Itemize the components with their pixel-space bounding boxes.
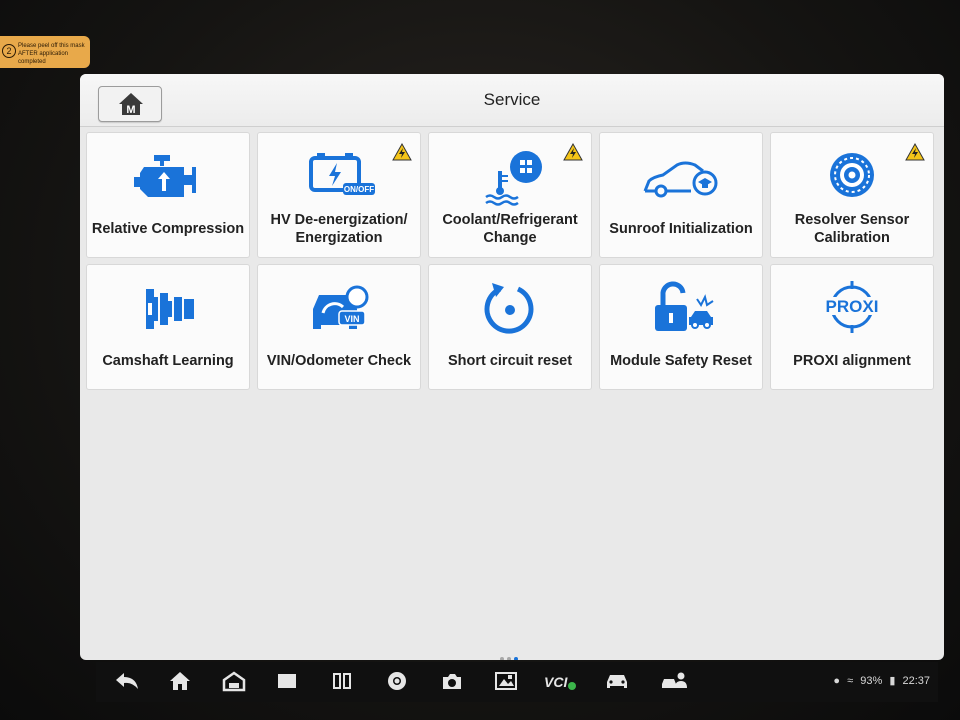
tile-hv-deenergization[interactable]: ON/OFF HV De-energization/ Energization — [257, 132, 421, 258]
tile-label: HV De-energization/ Energization — [270, 212, 408, 246]
gear-sensor-icon — [830, 153, 874, 197]
battery-icon: ▮ — [889, 675, 896, 687]
page-dot-active[interactable] — [514, 657, 518, 660]
title-bar: M Service — [80, 74, 944, 127]
tile-label: Sunroof Initialization — [609, 221, 753, 237]
app-screen: M Service Relative Compression ON/OFF HV… — [80, 74, 944, 660]
warning-icon — [905, 143, 925, 161]
page-indicator[interactable] — [500, 648, 521, 660]
camera-icon[interactable] — [440, 670, 464, 692]
page-title: Service — [483, 90, 541, 109]
status-area: ● ≈ 93% ▮ 22:37 — [829, 674, 930, 687]
tile-resolver-sensor-calibration[interactable]: Resolver Sensor Calibration — [770, 132, 934, 258]
warning-icon — [563, 143, 583, 161]
tile-label: Camshaft Learning — [102, 353, 234, 369]
split-screen-icon[interactable] — [332, 670, 352, 692]
garage-icon[interactable] — [222, 670, 246, 692]
engine-icon — [134, 155, 196, 197]
sticker-line-2: AFTER application completed — [18, 51, 69, 65]
page-dot[interactable] — [500, 657, 504, 660]
tile-label: VIN/Odometer Check — [266, 353, 412, 369]
tile-label: Relative Compression — [91, 221, 245, 237]
tile-relative-compression[interactable]: Relative Compression — [86, 132, 250, 258]
vci-icon[interactable]: VCI — [542, 670, 578, 692]
browser-icon[interactable] — [386, 670, 408, 692]
tile-vin-odometer-check[interactable]: VIN VIN/Odometer Check — [257, 264, 421, 390]
tile-label: Resolver Sensor Calibration — [794, 212, 910, 246]
back-icon[interactable] — [114, 670, 140, 692]
tile-proxi-alignment[interactable]: PROXI PROXI alignment — [770, 264, 934, 390]
proxi-badge: PROXI — [826, 297, 879, 316]
home-nav-icon[interactable] — [168, 670, 192, 692]
screenshot-icon[interactable] — [494, 670, 518, 692]
vehicle-icon[interactable] — [604, 670, 630, 692]
location-icon: ● — [833, 675, 841, 687]
reset-icon — [484, 283, 534, 334]
tile-label: Coolant/Refrigerant Change — [442, 212, 578, 246]
proxi-icon: PROXI — [822, 281, 882, 333]
tile-label: Module Safety Reset — [610, 353, 752, 369]
battery-level: 93% — [860, 675, 883, 687]
protective-film-sticker: 2 Please peel off this mask AFTER applic… — [0, 36, 90, 68]
sticker-line-1: Please peel off this mask — [18, 43, 85, 49]
tile-module-safety-reset[interactable]: Module Safety Reset — [599, 264, 763, 390]
warning-icon — [392, 143, 412, 161]
vci-label: VCI — [544, 674, 568, 690]
camshaft-icon — [146, 289, 194, 329]
tile-camshaft-learning[interactable]: Camshaft Learning — [86, 264, 250, 390]
coolant-icon — [485, 151, 542, 206]
car-sunroof-icon — [643, 161, 718, 198]
tile-short-circuit-reset[interactable]: Short circuit reset — [428, 264, 592, 390]
battery-icon: ON/OFF — [309, 153, 375, 195]
function-grid: Relative Compression ON/OFF HV De-energi… — [86, 132, 938, 390]
tile-label: PROXI alignment — [793, 353, 911, 369]
wifi-icon: ≈ — [847, 675, 854, 687]
system-nav-bar: VCI ● ≈ 93% ▮ 22:37 — [96, 662, 938, 702]
tile-sunroof-initialization[interactable]: Sunroof Initialization — [599, 132, 763, 258]
page-dot[interactable] — [507, 657, 511, 660]
remote-support-icon[interactable] — [660, 670, 688, 692]
vin-icon: VIN — [313, 285, 369, 329]
tile-coolant-refrigerant[interactable]: Coolant/Refrigerant Change — [428, 132, 592, 258]
recent-apps-icon[interactable] — [276, 670, 298, 692]
lock-crash-icon — [655, 281, 714, 331]
clock: 22:37 — [902, 675, 930, 687]
onoff-badge: ON/OFF — [344, 185, 374, 194]
vin-badge: VIN — [344, 314, 359, 324]
tile-label: Short circuit reset — [447, 353, 573, 369]
sticker-number: 2 — [2, 44, 16, 58]
